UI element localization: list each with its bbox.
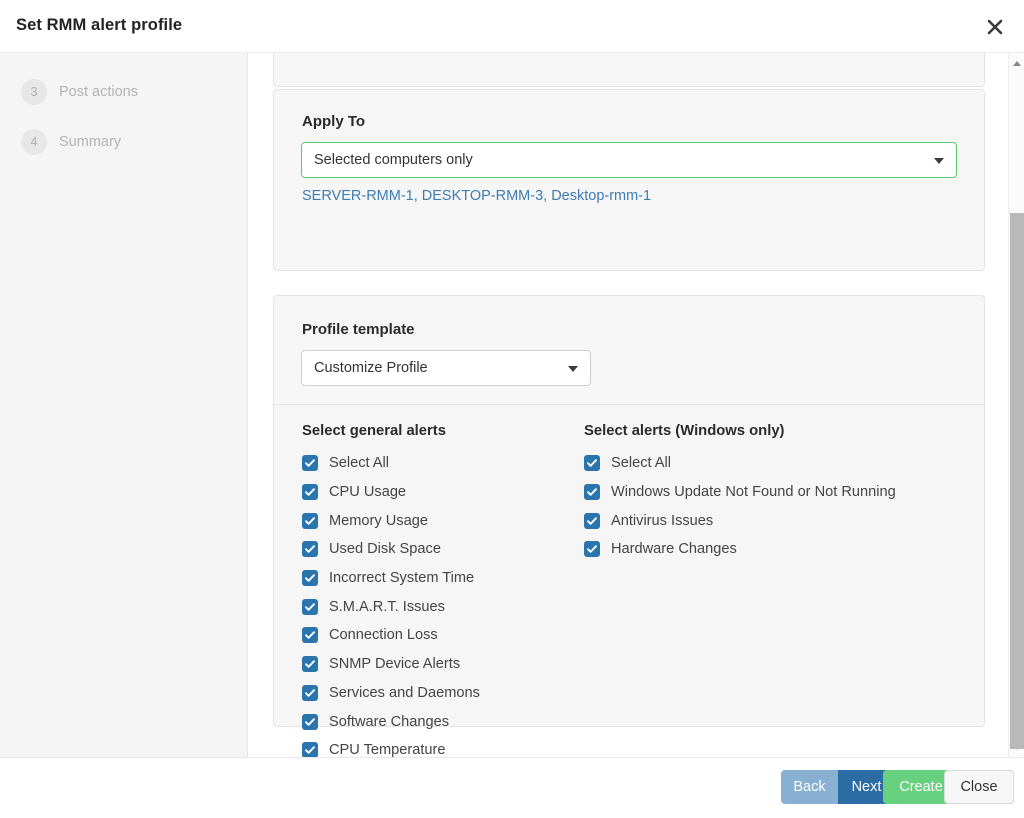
chevron-down-icon xyxy=(934,158,944,164)
dialog-header: Set RMM alert profile xyxy=(0,0,1024,53)
checkbox-checked-icon[interactable] xyxy=(302,570,318,587)
profile-template-select-value: Customize Profile xyxy=(314,360,428,376)
apply-to-select[interactable]: Selected computers only xyxy=(301,142,957,178)
checkbox-checked-icon[interactable] xyxy=(302,627,318,644)
profile-template-label: Profile template xyxy=(302,321,415,338)
general-alerts-title: Select general alerts xyxy=(302,423,446,439)
checkbox-label: Hardware Changes xyxy=(611,541,737,558)
checkbox-checked-icon[interactable] xyxy=(302,484,318,501)
checkbox-row[interactable]: Windows Update Not Found or Not Running xyxy=(584,478,974,507)
checkbox-row[interactable]: Incorrect System Time xyxy=(302,564,572,593)
checkbox-label: Memory Usage xyxy=(329,512,428,529)
scroll-up-arrow-icon[interactable] xyxy=(1009,55,1024,71)
close-icon[interactable] xyxy=(978,10,1012,44)
checkbox-checked-icon[interactable] xyxy=(302,541,318,558)
windows-alerts-list: Select All Windows Update Not Found or N… xyxy=(584,449,974,564)
checkbox-row[interactable]: Antivirus Issues xyxy=(584,506,974,535)
step-number: 4 xyxy=(21,129,47,155)
checkbox-checked-icon[interactable] xyxy=(584,512,600,529)
checkbox-label: S.M.A.R.T. Issues xyxy=(329,598,445,615)
chevron-down-icon xyxy=(568,366,578,372)
checkbox-row[interactable]: Services and Daemons xyxy=(302,679,572,708)
checkbox-checked-icon[interactable] xyxy=(584,484,600,501)
scrollbar-thumb[interactable] xyxy=(1010,213,1024,749)
apply-to-card: Apply To Selected computers only SERVER-… xyxy=(273,89,985,271)
apply-to-select-value: Selected computers only xyxy=(314,152,473,168)
step-label: Post actions xyxy=(59,84,138,100)
checkbox-checked-icon[interactable] xyxy=(584,455,600,472)
checkbox-checked-icon[interactable] xyxy=(302,512,318,529)
profile-template-card: Profile template Customize Profile Selec… xyxy=(273,295,985,757)
general-alerts-list: Select All CPU Usage Memory Usage Used D… xyxy=(302,449,572,757)
section-divider xyxy=(274,404,984,405)
dialog-content: Apply To Selected computers only SERVER-… xyxy=(249,53,1008,757)
checkbox-row[interactable]: CPU Temperature xyxy=(302,736,572,757)
windows-alerts-column: Select alerts (Windows only) Select All … xyxy=(584,423,974,564)
checkbox-row[interactable]: SNMP Device Alerts xyxy=(302,650,572,679)
rmm-alert-profile-dialog: Set RMM alert profile 3 Post actions 4 S… xyxy=(0,0,1024,818)
checkbox-label: CPU Temperature xyxy=(329,742,446,757)
checkbox-label: Used Disk Space xyxy=(329,541,441,558)
content-scrollbar[interactable] xyxy=(1008,53,1024,757)
close-button[interactable]: Close xyxy=(944,770,1014,804)
checkbox-label: Connection Loss xyxy=(329,627,438,644)
wizard-steps-sidebar: 3 Post actions 4 Summary xyxy=(0,53,248,757)
checkbox-row[interactable]: Used Disk Space xyxy=(302,535,572,564)
selected-computers-links[interactable]: SERVER-RMM-1, DESKTOP-RMM-3, Desktop-rmm… xyxy=(302,188,651,204)
dialog-footer: Back Next Create Close xyxy=(0,757,1024,818)
checkbox-label: Select All xyxy=(329,455,390,472)
apply-to-label: Apply To xyxy=(302,113,366,130)
checkbox-checked-icon[interactable] xyxy=(302,598,318,615)
checkbox-checked-icon[interactable] xyxy=(584,541,600,558)
general-alerts-column: Select general alerts Select All CPU Usa… xyxy=(302,423,572,757)
sidebar-item-post-actions[interactable]: 3 Post actions xyxy=(21,79,138,105)
checkbox-row[interactable]: S.M.A.R.T. Issues xyxy=(302,592,572,621)
checkbox-row[interactable]: Select All xyxy=(584,449,974,478)
checkbox-row[interactable]: Select All xyxy=(302,449,572,478)
checkbox-label: Software Changes xyxy=(329,713,450,730)
checkbox-label: Incorrect System Time xyxy=(329,570,475,587)
checkbox-checked-icon[interactable] xyxy=(302,684,318,701)
step-number: 3 xyxy=(21,79,47,105)
sidebar-item-summary[interactable]: 4 Summary xyxy=(21,129,121,155)
checkbox-checked-icon[interactable] xyxy=(302,713,318,730)
checkbox-label: Select All xyxy=(611,455,672,472)
checkbox-row[interactable]: Connection Loss xyxy=(302,621,572,650)
checkbox-label: CPU Usage xyxy=(329,484,407,501)
checkbox-row[interactable]: Software Changes xyxy=(302,707,572,736)
checkbox-row[interactable]: Memory Usage xyxy=(302,506,572,535)
profile-template-select[interactable]: Customize Profile xyxy=(301,350,591,386)
checkbox-checked-icon[interactable] xyxy=(302,455,318,472)
step-label: Summary xyxy=(59,134,122,150)
checkbox-label: SNMP Device Alerts xyxy=(329,656,461,673)
checkbox-label: Windows Update Not Found or Not Running xyxy=(611,484,896,501)
back-button[interactable]: Back xyxy=(781,770,838,804)
previous-section-card xyxy=(273,53,985,87)
page-title: Set RMM alert profile xyxy=(16,16,183,34)
checkbox-label: Services and Daemons xyxy=(329,684,480,701)
checkbox-checked-icon[interactable] xyxy=(302,656,318,673)
checkbox-checked-icon[interactable] xyxy=(302,742,318,757)
windows-alerts-title: Select alerts (Windows only) xyxy=(584,423,785,439)
checkbox-row[interactable]: Hardware Changes xyxy=(584,535,974,564)
checkbox-row[interactable]: CPU Usage xyxy=(302,478,572,507)
scroll-down-arrow-icon[interactable] xyxy=(1009,739,1024,755)
checkbox-label: Antivirus Issues xyxy=(611,512,714,529)
